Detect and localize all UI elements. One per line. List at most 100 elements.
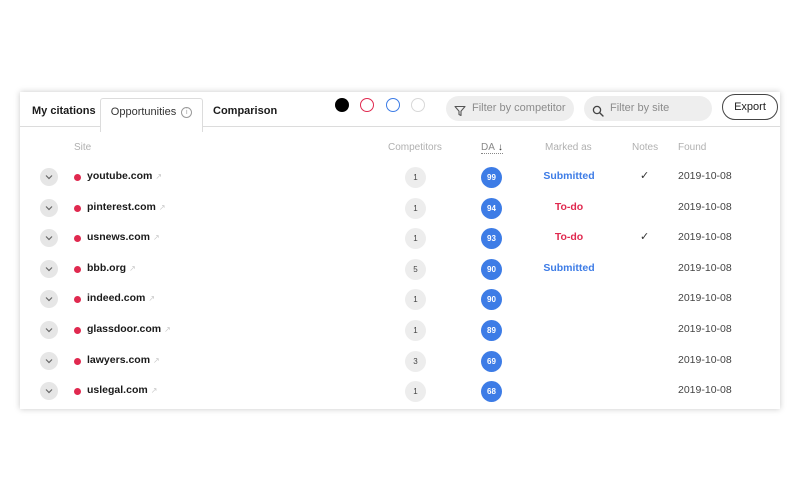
sort-arrow-icon: ↓ [497,142,503,153]
competitor-count-badge: 3 [405,350,426,372]
competitor-count-badge: 1 [405,320,426,341]
external-link-icon[interactable]: ↗ [148,294,155,303]
column-header-site[interactable]: Site [74,142,91,153]
column-header-found[interactable]: Found [678,142,706,153]
competitor-count-badge: 1 [405,381,426,403]
notes-check-icon[interactable]: ✓ [640,169,649,182]
table-row[interactable]: pinterest.com ↗ 1 94 To-do 2019-10-08 [20,193,780,223]
toolbar: My citations Opportunities i Comparison F… [20,92,780,132]
da-score-badge: 99 [481,167,502,188]
column-header-notes[interactable]: Notes [632,142,658,153]
site-link[interactable]: youtube.com ↗ [87,170,162,182]
site-name: indeed.com [87,292,146,305]
tab-opportunities-label: Opportunities [110,106,177,118]
site-name: uslegal.com [87,384,148,397]
da-score-badge: 93 [481,228,502,250]
color-swatch-red[interactable] [360,98,374,112]
table-row[interactable]: usnews.com ↗ 1 93 To-do ✓ 2019-10-08 [20,223,780,253]
site-link[interactable]: glassdoor.com ↗ [87,323,171,335]
table-row[interactable]: glassdoor.com ↗ 1 89 2019-10-08 [20,315,780,345]
expand-chevron-icon[interactable] [40,229,58,248]
expand-chevron-icon[interactable] [40,168,58,186]
table-row[interactable]: youtube.com ↗ 1 99 Submitted ✓ 2019-10-08 [20,162,780,192]
status-dot [74,204,81,212]
site-name: lawyers.com [87,353,151,366]
competitor-filter-placeholder: Filter by competitor [472,102,566,114]
column-header-da[interactable]: DA ↓ [481,142,503,154]
expand-chevron-icon[interactable] [40,290,58,309]
external-link-icon[interactable]: ↗ [153,356,160,365]
tab-comparison[interactable]: Comparison [213,92,277,126]
da-score-badge: 94 [481,197,502,219]
external-link-icon[interactable]: ↗ [159,203,166,212]
da-score-badge: 90 [481,258,502,280]
site-link[interactable]: pinterest.com ↗ [87,201,166,213]
site-name: glassdoor.com [87,323,162,335]
external-link-icon[interactable]: ↗ [153,233,160,242]
site-link[interactable]: indeed.com ↗ [87,292,155,304]
found-date: 2019-10-08 [678,261,732,274]
found-date: 2019-10-08 [678,292,732,305]
status-dot [74,235,81,243]
da-score-badge: 90 [481,289,502,311]
color-swatch-black[interactable] [335,98,349,112]
notes-check-icon[interactable]: ✓ [640,230,649,243]
status-dot [74,327,81,334]
filter-icon [454,102,466,117]
marked-as-status[interactable]: To-do [532,231,606,243]
competitor-filter-input[interactable]: Filter by competitor [446,96,574,121]
expand-chevron-icon[interactable] [40,259,58,278]
info-icon[interactable]: i [181,107,193,118]
marked-as-status[interactable]: Submitted [532,170,606,182]
competitor-count-badge: 1 [405,228,426,250]
column-header-competitors[interactable]: Competitors [388,142,442,153]
found-date: 2019-10-08 [678,353,732,366]
site-filter-input[interactable]: Filter by site [584,96,712,121]
competitor-count-badge: 1 [405,197,426,219]
da-score-badge: 68 [481,381,502,403]
competitor-count-badge: 1 [405,167,426,188]
table-row[interactable]: uslegal.com ↗ 1 68 2019-10-08 [20,376,780,406]
found-date: 2019-10-08 [678,200,732,213]
status-dot [74,174,81,181]
found-date: 2019-10-08 [678,231,732,244]
status-dot [74,265,81,273]
site-name: bbb.org [87,261,127,274]
table-row[interactable]: lawyers.com ↗ 3 69 2019-10-08 [20,346,780,376]
marked-as-status[interactable]: Submitted [532,262,606,274]
external-link-icon[interactable]: ↗ [164,325,171,334]
search-icon [592,102,604,117]
site-link[interactable]: usnews.com ↗ [87,231,160,243]
table-row[interactable]: bbb.org ↗ 5 90 Submitted 2019-10-08 [20,254,780,284]
da-score-badge: 89 [481,320,502,341]
color-swatch-blue[interactable] [386,98,400,112]
expand-chevron-icon[interactable] [40,321,58,339]
site-name: usnews.com [87,231,151,244]
found-date: 2019-10-08 [678,384,732,397]
site-link[interactable]: uslegal.com ↗ [87,384,157,396]
expand-chevron-icon[interactable] [40,382,58,401]
site-filter-placeholder: Filter by site [610,102,670,114]
site-name: pinterest.com [87,200,156,213]
da-score-badge: 69 [481,350,502,372]
status-dot [74,357,81,365]
tab-opportunities[interactable]: Opportunities i [100,98,203,132]
site-name: youtube.com [87,170,153,182]
site-link[interactable]: bbb.org ↗ [87,262,136,274]
status-dot [74,388,81,396]
found-date: 2019-10-08 [678,323,732,335]
external-link-icon[interactable]: ↗ [155,172,162,181]
table-row[interactable]: indeed.com ↗ 1 90 2019-10-08 [20,284,780,314]
color-swatch-white[interactable] [411,98,425,112]
site-link[interactable]: lawyers.com ↗ [87,354,160,366]
external-link-icon[interactable]: ↗ [129,264,136,273]
external-link-icon[interactable]: ↗ [151,386,158,395]
marked-as-status[interactable]: To-do [532,201,606,213]
expand-chevron-icon[interactable] [40,198,58,217]
tab-my-citations[interactable]: My citations [32,92,96,126]
expand-chevron-icon[interactable] [40,351,58,370]
citations-panel: My citations Opportunities i Comparison F… [20,92,780,409]
export-button[interactable]: Export [722,94,778,120]
column-header-marked-as[interactable]: Marked as [545,142,592,153]
status-dot [74,296,81,304]
